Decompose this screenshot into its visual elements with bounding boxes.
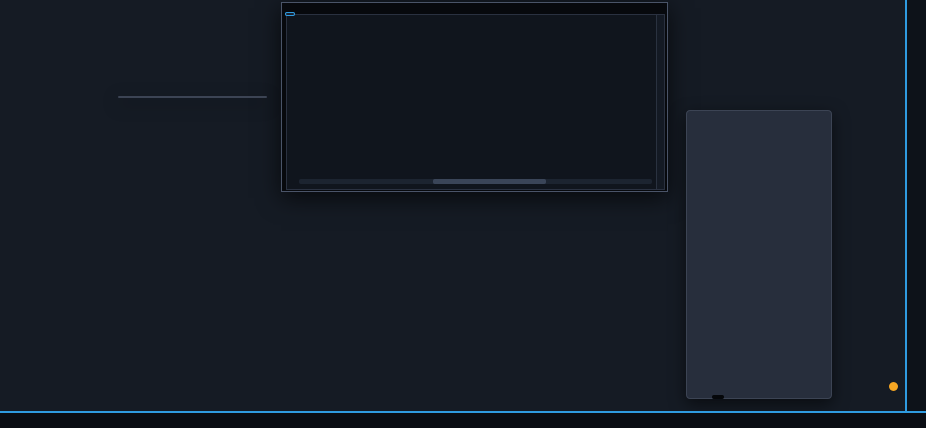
chart-legend xyxy=(36,3,78,45)
eye-off-icon[interactable] xyxy=(36,19,47,30)
timeframe-bar xyxy=(0,399,903,411)
legend-symbol-row[interactable] xyxy=(36,3,78,17)
mini-scrollbar xyxy=(299,179,652,184)
mini-scrollbar-thumb xyxy=(433,179,546,184)
popup-title xyxy=(282,3,667,5)
legend-volume-row[interactable] xyxy=(36,31,78,45)
save-tooltip xyxy=(712,395,724,399)
popup-tab-price-chart[interactable] xyxy=(285,12,295,16)
right-sidebar xyxy=(905,0,926,411)
popup-window-icons xyxy=(644,5,663,13)
gear-icon[interactable] xyxy=(50,33,61,44)
legend-candlestick-row[interactable] xyxy=(36,17,78,31)
notification-dot xyxy=(889,382,898,391)
status-bar xyxy=(0,413,926,428)
mini-sidebar-strip xyxy=(656,15,664,189)
expand-icon[interactable] xyxy=(644,5,652,13)
popup-chart-image xyxy=(286,14,665,190)
chart-context-menu xyxy=(118,96,267,98)
volume-bars-icon xyxy=(64,33,75,44)
mini-price-chart xyxy=(287,15,664,189)
screenshot-preview-popup xyxy=(281,2,668,192)
eye-off-icon[interactable] xyxy=(36,33,47,44)
close-icon[interactable] xyxy=(655,5,663,13)
trading-app xyxy=(0,0,926,428)
magnifier-icon[interactable] xyxy=(36,5,47,16)
copy-icon[interactable] xyxy=(643,29,652,38)
gear-icon[interactable] xyxy=(50,19,61,30)
save-layout-menu xyxy=(686,110,832,399)
